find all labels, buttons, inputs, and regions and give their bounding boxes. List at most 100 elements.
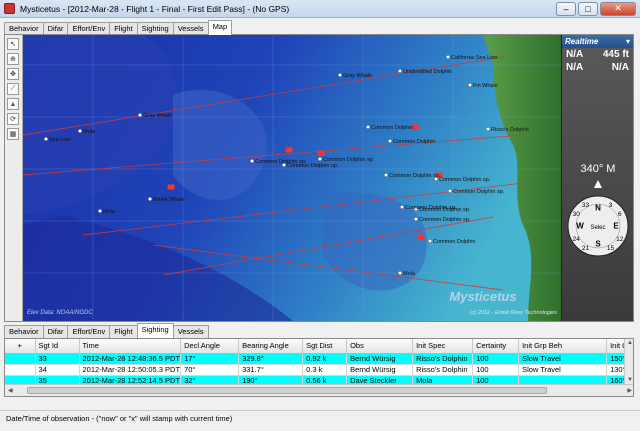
horizontal-scroll-thumb[interactable]: [27, 387, 547, 394]
pointer-tool-icon[interactable]: ↖: [7, 38, 19, 50]
table-cell[interactable]: 100: [472, 364, 520, 376]
sighting-label: Common Dolphin: [371, 125, 414, 131]
table-cell[interactable]: Bernd Würsig: [346, 353, 414, 365]
table-cell[interactable]: Risso's Dolphin: [412, 353, 474, 365]
compass-label: 12: [616, 236, 624, 243]
sighting-point-icon[interactable]: [414, 216, 419, 221]
tab-map[interactable]: Map: [207, 20, 233, 35]
table-cell[interactable]: 34: [35, 364, 80, 376]
sighting-table: + Sgt Id Time Decl Angle Bearing Angle S…: [5, 339, 632, 387]
table-cell[interactable]: Bernd Würsig: [346, 364, 414, 376]
bathymetry-map[interactable]: Gray Whale Unidentified Dolphin California…: [23, 35, 561, 321]
sighting-label: Common Dolphin sp.: [323, 157, 375, 163]
table-cell[interactable]: 2012-Mar-28 12:50:05.3 PDT: [79, 364, 182, 376]
tab-vessels-bottom[interactable]: Vessels: [172, 325, 209, 338]
sighting-point-icon[interactable]: [446, 55, 451, 60]
table-cell[interactable]: 331.7°: [238, 364, 304, 376]
sighting-point-icon[interactable]: [398, 270, 403, 275]
column-header[interactable]: Obs: [346, 339, 414, 354]
realtime-row-2: N/A N/A: [562, 61, 633, 74]
sighting-point-icon[interactable]: [428, 238, 433, 243]
sighting-cluster-mark[interactable]: [289, 149, 293, 153]
sighting-point-icon[interactable]: [318, 156, 323, 161]
tab-sighting-bottom[interactable]: Sighting: [136, 323, 174, 338]
column-header[interactable]: Init Spec: [412, 339, 474, 354]
tab-behavior-bottom[interactable]: Behavior: [4, 325, 44, 338]
zoom-tool-icon[interactable]: ⊕: [7, 53, 19, 65]
measure-tool-icon[interactable]: ⟋: [7, 83, 19, 95]
sighting-point-icon[interactable]: [448, 188, 453, 193]
scroll-up-icon[interactable]: ▲: [627, 340, 633, 346]
sighting-point-icon[interactable]: [400, 204, 405, 209]
table-cell[interactable]: 329.8°: [238, 353, 304, 365]
sighting-point-icon[interactable]: [78, 128, 83, 133]
column-header[interactable]: Certainty: [472, 339, 520, 354]
minimize-button[interactable]: –: [556, 1, 576, 16]
sighting-label: Common Dolphin sp.: [389, 173, 441, 179]
refresh-tool-icon[interactable]: ⟳: [7, 113, 19, 125]
scroll-left-icon[interactable]: ◀: [8, 387, 13, 394]
tab-effort-env-bottom[interactable]: Effort/Env: [67, 325, 111, 338]
table-row[interactable]: 33 2012-Mar-28 12:48:36.5 PDT 17° 329.8°…: [5, 353, 632, 365]
sighting-point-icon[interactable]: [388, 138, 393, 143]
table-cell[interactable]: 0.3 k: [302, 364, 348, 376]
column-header[interactable]: Init Grp Beh: [518, 339, 608, 354]
compass-label: N: [595, 204, 601, 213]
map-canvas[interactable]: Gray Whale Unidentified Dolphin California…: [23, 35, 561, 321]
sighting-cluster-mark[interactable]: [421, 236, 425, 240]
sighting-point-icon[interactable]: [44, 136, 49, 141]
sighting-point-icon[interactable]: [137, 112, 142, 117]
table-cell[interactable]: 2012-Mar-28 12:48:36.5 PDT: [79, 353, 182, 365]
horizontal-scrollbar[interactable]: ◀ ▶: [5, 384, 633, 396]
realtime-header[interactable]: Realtime ▾: [562, 35, 633, 48]
scroll-right-icon[interactable]: ▶: [627, 387, 632, 394]
table-row[interactable]: 34 2012-Mar-28 12:50:05.3 PDT 70° 331.7°…: [5, 364, 632, 376]
layers-tool-icon[interactable]: ▲: [7, 98, 19, 110]
sighting-point-icon[interactable]: [486, 126, 491, 131]
pan-tool-icon[interactable]: ✥: [7, 68, 19, 80]
row-selector[interactable]: [5, 353, 36, 365]
sighting-cluster-mark[interactable]: [321, 152, 325, 156]
sighting-cluster-mark[interactable]: [171, 186, 175, 190]
sighting-point-icon[interactable]: [282, 162, 287, 167]
sighting-point-icon[interactable]: [338, 73, 343, 78]
table-cell[interactable]: 0.92 k: [302, 353, 348, 365]
sighting-point-icon[interactable]: [97, 208, 102, 213]
legend-tool-icon[interactable]: ▦: [7, 128, 19, 140]
sighting-cluster-mark[interactable]: [415, 126, 419, 130]
column-header[interactable]: Time: [79, 339, 182, 354]
table-cell[interactable]: Slow Travel: [518, 353, 608, 365]
sighting-point-icon[interactable]: [366, 124, 371, 129]
table-cell[interactable]: 70°: [180, 364, 240, 376]
table-cell[interactable]: 33: [35, 353, 80, 365]
vertical-scrollbar[interactable]: ▲ ▼: [624, 339, 633, 384]
sighting-point-icon[interactable]: [249, 158, 254, 163]
table-cell[interactable]: Risso's Dolphin: [412, 364, 474, 376]
tab-flight-bottom[interactable]: Flight: [109, 325, 138, 338]
sighting-label: Unidentified Dolphin: [403, 69, 452, 75]
add-row-icon[interactable]: +: [5, 339, 36, 354]
sighting-label: Common Dolphin sp.: [439, 177, 491, 183]
table-cell[interactable]: 17°: [180, 353, 240, 365]
table-cell[interactable]: 100: [472, 353, 520, 365]
column-header[interactable]: Sgt Dist: [302, 339, 348, 354]
sighting-point-icon[interactable]: [384, 172, 389, 177]
status-bar: Date/Time of observation - ("now" or "x"…: [0, 410, 640, 431]
sighting-point-icon[interactable]: [398, 69, 403, 74]
column-header[interactable]: Decl Angle: [180, 339, 240, 354]
sighting-point-icon[interactable]: [434, 176, 439, 181]
row-selector[interactable]: [5, 364, 36, 376]
sighting-point-icon[interactable]: [147, 196, 152, 201]
sighting-point-icon[interactable]: [468, 83, 473, 88]
compass-icon[interactable]: N E S W 36 1215 2124 3033 Selec: [565, 178, 631, 274]
chevron-down-icon[interactable]: ▾: [626, 35, 633, 48]
close-button[interactable]: ✕: [600, 1, 636, 16]
sighting-label: California Sea Lion: [451, 55, 497, 61]
tab-difar-bottom[interactable]: Difar: [42, 325, 69, 338]
column-header[interactable]: Bearing Angle: [238, 339, 304, 354]
table-cell[interactable]: Slow Travel: [518, 364, 608, 376]
column-header[interactable]: Sgt Id: [35, 339, 80, 354]
scroll-down-icon[interactable]: ▼: [627, 377, 633, 383]
table-header-row: + Sgt Id Time Decl Angle Bearing Angle S…: [5, 339, 632, 354]
maximize-button[interactable]: □: [578, 1, 598, 16]
